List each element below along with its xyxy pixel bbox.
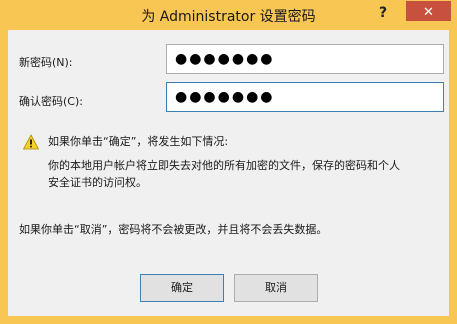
dialog-body: 新密码(N): ●●●●●●● 确认密码(C): ●●●●●●● 如果你单击“确…	[8, 30, 449, 316]
close-icon: ✕	[423, 5, 434, 20]
new-password-label: 新密码(N):	[19, 56, 73, 69]
dialog-window: 为 Administrator 设置密码 ? ✕ 新密码(N): ●●●●●●●…	[0, 0, 457, 324]
help-button[interactable]: ?	[372, 3, 394, 23]
new-password-field[interactable]: ●●●●●●●	[166, 44, 444, 74]
warning-body-line1: 你的本地用户帐户将立即失去对他的所有加密的文件，保存的密码和个人	[48, 159, 400, 172]
warning-body-line2: 安全证书的访问权。	[48, 176, 147, 189]
confirm-password-label: 确认密码(C):	[19, 95, 83, 108]
title-bar[interactable]: 为 Administrator 设置密码 ? ✕	[0, 0, 457, 30]
cancel-button[interactable]: 取消	[234, 274, 318, 302]
close-button[interactable]: ✕	[406, 1, 451, 21]
confirm-password-field[interactable]: ●●●●●●●	[166, 82, 444, 112]
warning-triangle-icon	[23, 134, 39, 150]
warning-heading: 如果你单击“确定”，将发生如下情况:	[48, 135, 229, 148]
help-icon: ?	[378, 5, 388, 21]
ok-button[interactable]: 确定	[140, 274, 224, 302]
cancel-note: 如果你单击“取消”，密码将不会被更改，并且将不会丢失数据。	[19, 223, 328, 236]
